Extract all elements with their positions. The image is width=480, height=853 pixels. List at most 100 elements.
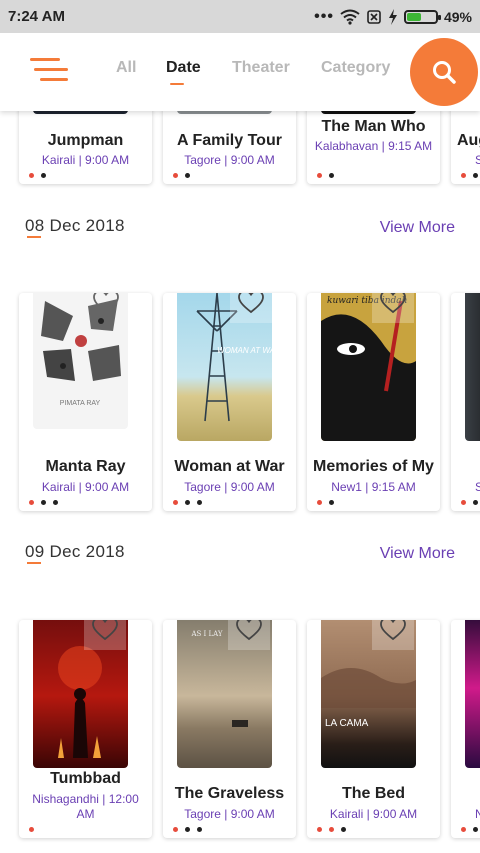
tab-category-label: Category — [321, 59, 391, 76]
dot — [317, 500, 322, 505]
movie-showtime: S — [475, 153, 480, 167]
movie-title: Tumbbad — [50, 770, 121, 787]
movie-poster — [465, 620, 480, 768]
movie-card[interactable]: Tumbbad Nishagandhi | 12:00 AM — [19, 620, 152, 838]
dot — [461, 827, 466, 832]
dot — [473, 827, 478, 832]
movie-showtime: Tagore | 9:00 AM — [184, 480, 275, 494]
movie-card[interactable]: WOMAN AT WAR Woman at War Tagore | 9:00 … — [163, 293, 296, 511]
movie-title: Jumpman — [47, 132, 124, 149]
menu-icon-line — [40, 78, 68, 81]
dot — [329, 500, 334, 505]
movie-poster — [465, 293, 480, 441]
movie-card[interactable]: AS I LAY The Graveless Tagore | 9:00 AM — [163, 620, 296, 838]
dot — [197, 500, 202, 505]
menu-icon — [30, 58, 60, 61]
movie-showtime: Kairali | 9:00 AM — [41, 480, 130, 494]
pagination-dots — [29, 500, 58, 505]
movie-card[interactable]: Jumpman Kairali | 9:00 AM — [19, 100, 152, 184]
dot — [41, 500, 46, 505]
pagination-dots — [317, 827, 346, 832]
favorite-button[interactable] — [372, 620, 414, 650]
movie-showtime: Tagore | 9:00 AM — [184, 153, 275, 167]
movie-card[interactable]: LA CAMA The Bed Kairali | 9:00 AM — [307, 620, 440, 838]
movie-card[interactable]: Aug S — [451, 100, 480, 184]
movie-card[interactable]: The Man Who Kalabhavan | 9:15 AM — [307, 100, 440, 184]
status-time: 7:24 AM — [8, 8, 65, 25]
movie-title: Manta Ray — [45, 458, 126, 475]
tab-date-label: Date — [166, 59, 201, 76]
movie-card[interactable]: N — [451, 620, 480, 838]
heart-icon — [236, 620, 262, 641]
dot — [197, 827, 202, 832]
movie-title: The Graveless — [174, 785, 285, 802]
search-button[interactable] — [410, 38, 478, 106]
app-screen: 7:24 AM ••• 49% All Date Theater Categor… — [0, 0, 480, 853]
movie-showtime: Kalabhavan | 9:15 AM — [314, 139, 433, 153]
favorite-button[interactable] — [230, 293, 272, 323]
movie-card[interactable]: A Family Tour Tagore | 9:00 AM — [163, 100, 296, 184]
favorite-button[interactable] — [84, 620, 126, 650]
pagination-dots — [173, 500, 202, 505]
tab-date[interactable]: Date — [166, 59, 201, 85]
wifi-icon — [340, 9, 360, 25]
poster-caption: AS I LAY — [190, 630, 222, 638]
heart-icon — [380, 620, 406, 641]
dot — [53, 500, 58, 505]
movie-showtime: New1 | 9:15 AM — [331, 480, 416, 494]
pagination-dots — [173, 173, 190, 178]
menu-icon-line — [34, 68, 68, 71]
pagination-dots — [461, 173, 478, 178]
movie-showtime: Kairali | 9:00 AM — [329, 807, 418, 821]
movie-title: The Man Who — [321, 118, 426, 135]
battery-icon — [403, 9, 441, 24]
tab-all[interactable]: All — [116, 59, 136, 77]
dot — [473, 500, 478, 505]
tab-all-label: All — [116, 59, 137, 76]
tab-theater-label: Theater — [232, 59, 290, 76]
poster-caption: WOMAN AT WAR — [217, 346, 272, 355]
favorite-button[interactable] — [85, 293, 127, 323]
heart-icon — [238, 293, 264, 314]
dot — [173, 500, 178, 505]
movie-card[interactable]: S — [451, 293, 480, 511]
section-date: 09 Dec 2018 — [25, 542, 125, 561]
heart-icon — [380, 293, 406, 314]
search-icon — [433, 61, 456, 84]
view-more-link[interactable]: View More — [380, 545, 455, 563]
tab-category[interactable]: Category — [321, 59, 390, 77]
dot — [185, 173, 190, 178]
sim-icon — [367, 9, 381, 24]
favorite-button[interactable] — [228, 620, 270, 650]
view-more-link[interactable]: View More — [380, 219, 455, 237]
movie-title: A Family Tour — [177, 132, 282, 149]
dot — [29, 173, 34, 178]
dot — [461, 173, 466, 178]
movie-card[interactable]: PIMATA RAY Manta Ray Kairali | 9:00 AM — [19, 293, 152, 511]
status-bar: 7:24 AM ••• 49% — [0, 0, 480, 33]
menu-button[interactable] — [28, 55, 70, 87]
movie-showtime: N — [475, 807, 480, 821]
dot — [29, 500, 34, 505]
dot — [173, 173, 178, 178]
active-tab-indicator — [170, 83, 184, 85]
pagination-dots — [461, 827, 478, 832]
poster-caption: LA CAMA — [325, 718, 369, 729]
dot — [29, 827, 34, 832]
date-section-header: 09 Dec 2018 View More — [0, 539, 480, 579]
pagination-dots — [173, 827, 202, 832]
heart-icon — [92, 620, 118, 641]
charging-icon — [388, 8, 397, 25]
tab-theater[interactable]: Theater — [232, 59, 290, 77]
dot — [185, 500, 190, 505]
app-bar: All Date Theater Category — [0, 33, 480, 111]
dot — [329, 173, 334, 178]
favorite-button[interactable] — [372, 293, 414, 323]
pagination-dots — [317, 173, 334, 178]
dot — [317, 173, 322, 178]
movie-title: Memories of My — [313, 458, 434, 475]
movie-card[interactable]: kuwari tiba indah Memories of My New1 | … — [307, 293, 440, 511]
movie-showtime: S — [475, 480, 480, 494]
dot — [341, 827, 346, 832]
dot — [317, 827, 322, 832]
